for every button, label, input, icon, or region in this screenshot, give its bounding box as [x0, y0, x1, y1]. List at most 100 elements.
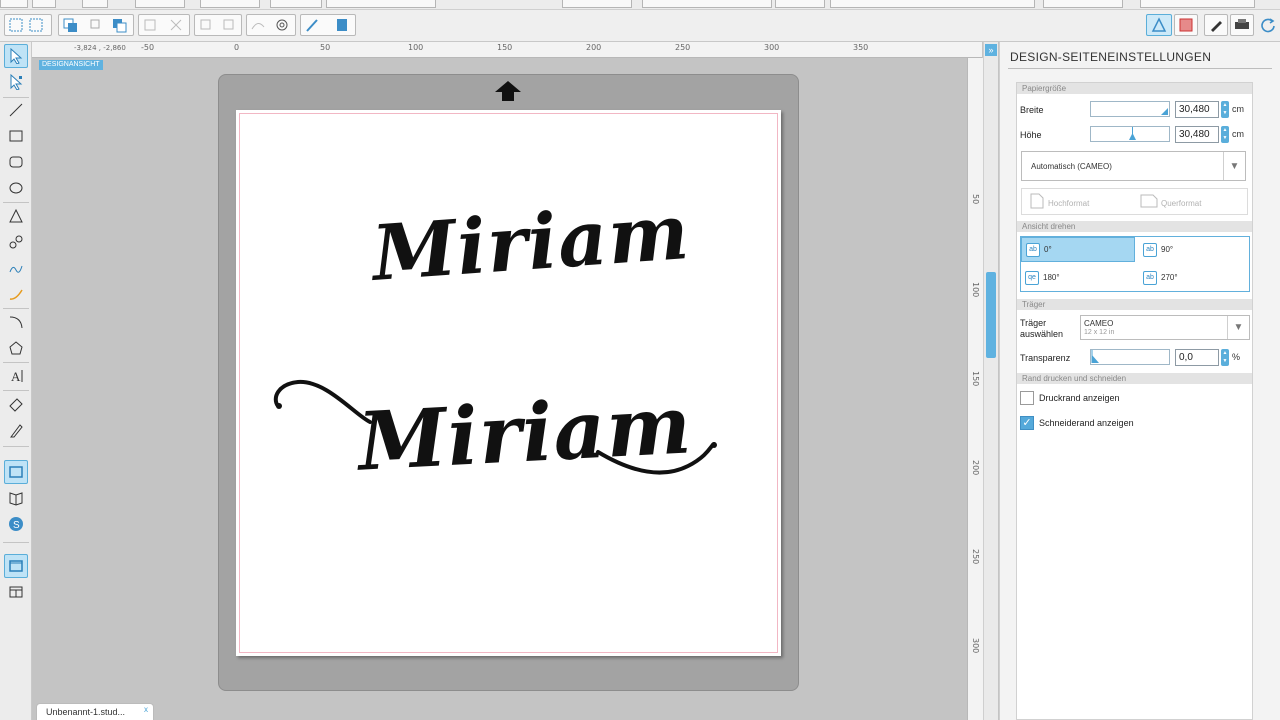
split-panel-view-button[interactable] — [4, 580, 28, 604]
new-document-button[interactable] — [0, 0, 28, 8]
send-button[interactable] — [1230, 14, 1254, 36]
polygon-tool[interactable] — [4, 204, 28, 228]
portrait-icon — [1030, 193, 1044, 209]
pattern-panel-button[interactable] — [1174, 14, 1198, 36]
library-button[interactable] — [4, 486, 28, 510]
print-border-label: Druckrand anzeigen — [1039, 393, 1120, 403]
scrollbar-thumb[interactable] — [986, 272, 996, 358]
freehand-icon — [9, 265, 23, 273]
page-tools-group[interactable] — [1043, 0, 1123, 8]
width-slider[interactable] — [1090, 101, 1170, 117]
collapse-panel-button[interactable]: » — [985, 44, 997, 56]
print-border-checkbox[interactable] — [1020, 391, 1034, 405]
ruler-label: 300 — [764, 43, 780, 52]
freehand-tool[interactable] — [4, 256, 28, 280]
close-tab-icon[interactable]: x — [144, 705, 148, 714]
landscape-button[interactable]: Querformat — [1161, 199, 1201, 208]
weld-tools[interactable] — [194, 14, 242, 36]
carrier-dropdown[interactable]: CAMEO 12 x 12 in ▼ — [1080, 315, 1250, 340]
fill-tools-group[interactable] — [775, 0, 825, 8]
height-stepper[interactable]: ▲ ▼ — [1221, 126, 1229, 143]
slider-handle-icon — [1129, 127, 1136, 140]
knife-icon — [10, 424, 23, 438]
rounded-rectangle-tool[interactable] — [4, 150, 28, 174]
rotate-270-icon: ab — [1143, 270, 1157, 285]
width-stepper[interactable]: ▲ ▼ — [1221, 101, 1229, 118]
arrange-icon — [63, 18, 127, 33]
cut-border-checkbox[interactable]: ✓ — [1020, 416, 1034, 430]
height-input[interactable]: 30,480 — [1175, 126, 1219, 143]
arc-tool[interactable] — [4, 310, 28, 334]
document-tab[interactable]: Unbenannt-1.stud... x — [36, 703, 154, 720]
paper-size-dropdown[interactable]: Automatisch (CAMEO) ▼ — [1021, 151, 1246, 181]
height-slider[interactable] — [1090, 126, 1170, 142]
design-view-tag: DESIGNANSICHT — [39, 60, 103, 70]
transparency-slider[interactable] — [1090, 349, 1170, 365]
rounded-rectangle-icon — [9, 156, 23, 168]
ellipse-tool[interactable] — [4, 176, 28, 200]
eraser-tool[interactable] — [4, 392, 28, 416]
rectangle-tool[interactable] — [4, 124, 28, 148]
rotate-270-option[interactable]: ab 270° — [1139, 265, 1249, 290]
print-button[interactable] — [135, 0, 185, 8]
save-button[interactable] — [82, 0, 108, 8]
panel-tools-group[interactable] — [830, 0, 1035, 8]
portrait-button[interactable]: Hochformat — [1048, 199, 1089, 208]
zoom-tools-group[interactable] — [326, 0, 436, 8]
curve-tool[interactable] — [4, 230, 28, 254]
regular-polygon-icon — [9, 341, 23, 355]
select-tool[interactable] — [4, 44, 28, 68]
pointer-icon — [10, 48, 23, 64]
landscape-icon — [1140, 194, 1158, 208]
drawing-toolbar: A S — [0, 42, 32, 720]
line-tool[interactable] — [4, 98, 28, 122]
transparency-stepper[interactable]: ▲ ▼ — [1221, 349, 1229, 366]
text-icon: A — [11, 369, 23, 384]
refresh-button[interactable] — [1258, 14, 1278, 36]
arrange-tools[interactable] — [58, 14, 134, 36]
modify-icon — [144, 19, 182, 31]
group-tools[interactable] — [4, 14, 52, 36]
rotate-0-label: 0° — [1044, 245, 1052, 254]
rotate-90-label: 90° — [1161, 245, 1174, 254]
ruler-label: 150 — [497, 43, 513, 52]
regular-polygon-tool[interactable] — [4, 336, 28, 360]
rotate-270-label: 270° — [1161, 273, 1178, 282]
rotate-180-option[interactable]: qe 180° — [1021, 265, 1135, 290]
slider-handle-icon — [1091, 350, 1099, 363]
vertical-scrollbar[interactable]: » — [983, 42, 998, 720]
paper-size-value: Automatisch (CAMEO) — [1031, 162, 1112, 171]
point-edit-tool[interactable] — [4, 70, 28, 94]
tool-separator — [3, 542, 29, 543]
ruler-label: 50 — [971, 194, 980, 205]
design-view-button[interactable] — [4, 460, 28, 484]
secondary-toolbar — [0, 10, 1280, 42]
replicate-tools-group[interactable] — [642, 0, 772, 8]
knife-tool[interactable] — [4, 418, 28, 442]
sketch-button[interactable] — [1204, 14, 1228, 36]
divider — [1008, 68, 1272, 69]
rotate-180-icon: qe — [1025, 270, 1039, 285]
open-button[interactable] — [32, 0, 56, 8]
ruler-label: -50 — [141, 43, 155, 52]
zoom-field[interactable] — [270, 0, 322, 8]
smooth-freehand-tool[interactable] — [4, 282, 28, 306]
rotate-90-option[interactable]: ab 90° — [1139, 237, 1249, 262]
rotate-0-option[interactable]: ab 0° — [1021, 237, 1135, 262]
edit-tools-group[interactable] — [200, 0, 260, 8]
shapes-panel-button[interactable] — [1146, 14, 1172, 36]
ellipse-icon — [9, 182, 23, 194]
transparency-input[interactable]: 0,0 — [1175, 349, 1219, 366]
tool-separator — [3, 308, 29, 309]
trace-tools[interactable] — [300, 14, 356, 36]
modify-tools[interactable] — [138, 14, 190, 36]
text-object-miriam-swash[interactable]: Miriam — [356, 377, 694, 488]
view-tools-group[interactable] — [562, 0, 632, 8]
send-tools-group[interactable] — [1140, 0, 1255, 8]
text-tool[interactable]: A — [4, 364, 28, 388]
store-button[interactable]: S — [4, 512, 28, 536]
width-input[interactable]: 30,480 — [1175, 101, 1219, 118]
offset-tools[interactable] — [246, 14, 296, 36]
single-panel-view-button[interactable] — [4, 554, 28, 578]
rotate-0-icon: ab — [1026, 242, 1040, 257]
